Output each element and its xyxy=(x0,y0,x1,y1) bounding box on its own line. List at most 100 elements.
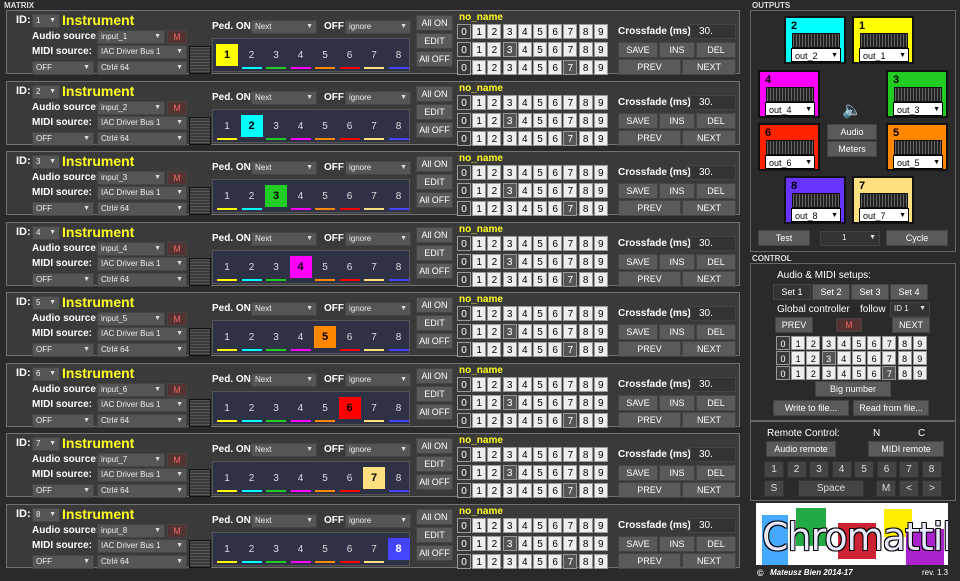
grid-cell[interactable]: 6 xyxy=(548,24,563,39)
ped-on-select[interactable]: Next ▼ xyxy=(251,443,317,457)
grid-cell[interactable]: 2 xyxy=(487,517,502,533)
grid-cell[interactable]: 0 xyxy=(457,553,471,569)
edit-button[interactable]: EDIT xyxy=(416,385,453,402)
test-button[interactable]: Test xyxy=(758,230,810,246)
grid-cell[interactable]: 5 xyxy=(533,235,547,251)
remote-space-key[interactable]: Space xyxy=(798,480,864,497)
id-select[interactable]: 3 ▼ xyxy=(32,155,60,169)
setup-grid-cell[interactable]: 4 xyxy=(836,366,851,380)
grid-cell[interactable]: 2 xyxy=(487,165,502,180)
grid-cell[interactable]: 0 xyxy=(457,376,471,392)
pedal-active[interactable]: 6 xyxy=(338,396,361,419)
grid-cell[interactable]: 7 xyxy=(563,201,578,216)
pedal-number[interactable]: 3 xyxy=(266,50,286,61)
grid-cell[interactable]: 1 xyxy=(472,112,487,128)
output-select[interactable]: out_7 ▼ xyxy=(859,208,909,222)
grid-cell[interactable]: 5 xyxy=(533,306,547,321)
remote-number-key[interactable]: 3 xyxy=(809,461,829,478)
off-select[interactable]: ignore ▼ xyxy=(345,513,411,528)
prev-button[interactable]: PREV xyxy=(618,411,681,428)
next-button[interactable]: NEXT xyxy=(682,482,736,498)
grid-cell[interactable]: 1 xyxy=(472,535,487,551)
all-off-button[interactable]: All OFF xyxy=(416,51,453,67)
grid-cell[interactable]: 8 xyxy=(578,253,593,269)
grid-cell[interactable]: 4 xyxy=(517,271,532,287)
grid-cell[interactable]: 2 xyxy=(487,60,502,75)
set-button[interactable]: Set 3 xyxy=(851,284,889,300)
midi-source-select[interactable]: IAC Driver Bus 1 ▼ xyxy=(97,115,187,130)
grid-cell[interactable]: 3 xyxy=(502,324,517,339)
grid-cell[interactable]: 1 xyxy=(472,483,487,498)
output-select[interactable]: out_4 ▼ xyxy=(765,102,815,116)
grid-cell[interactable]: 9 xyxy=(593,201,608,216)
midi-source-select[interactable]: IAC Driver Bus 1 ▼ xyxy=(97,538,187,553)
pedal-number[interactable]: 1 xyxy=(217,121,237,132)
grid-cell[interactable]: 6 xyxy=(548,553,563,569)
del-button[interactable]: DEL xyxy=(696,535,736,552)
grid-cell[interactable]: 4 xyxy=(517,324,532,339)
grid-cell[interactable]: 4 xyxy=(517,306,532,321)
off-select[interactable]: ignore ▼ xyxy=(345,20,411,34)
remote-number-key[interactable]: 2 xyxy=(786,461,807,478)
output-box[interactable]: 4 out_4 ▼ xyxy=(758,70,820,118)
grid-cell[interactable]: 2 xyxy=(487,112,502,128)
remote-number-key[interactable]: 1 xyxy=(764,461,784,478)
ped-on-select[interactable]: Next ▼ xyxy=(251,20,317,34)
grid-cell[interactable]: 4 xyxy=(517,130,532,146)
del-button[interactable]: DEL xyxy=(696,465,736,481)
pedal-number[interactable]: 4 xyxy=(291,544,311,555)
pedal-number[interactable]: 2 xyxy=(242,403,262,414)
grid-cell[interactable]: 6 xyxy=(548,271,563,287)
grid-cell[interactable]: 9 xyxy=(593,165,608,180)
save-button[interactable]: SAVE xyxy=(618,112,658,129)
save-button[interactable]: SAVE xyxy=(618,253,658,270)
crossfade-input[interactable]: 30. xyxy=(690,376,736,392)
midi-channel-select[interactable]: OFF ▼ xyxy=(32,272,94,287)
grid-cell[interactable]: 0 xyxy=(457,112,471,128)
pedal-number[interactable]: 5 xyxy=(315,121,335,132)
midi-channel-select[interactable]: OFF ▼ xyxy=(32,61,94,75)
control-next-button[interactable]: NEXT xyxy=(892,317,930,333)
grid-cell[interactable]: 0 xyxy=(457,201,471,216)
del-button[interactable]: DEL xyxy=(696,42,736,58)
control-prev-button[interactable]: PREV xyxy=(775,317,813,333)
ped-on-select[interactable]: Next ▼ xyxy=(251,161,317,175)
grid-cell[interactable]: 7 xyxy=(563,24,578,39)
save-button[interactable]: SAVE xyxy=(618,394,658,411)
crossfade-input[interactable]: 30. xyxy=(690,306,736,321)
grid-cell[interactable]: 7 xyxy=(563,465,578,480)
pedal-number[interactable]: 1 xyxy=(217,332,237,343)
ins-button[interactable]: INS xyxy=(659,183,695,199)
edit-button[interactable]: EDIT xyxy=(416,315,453,331)
grid-cell[interactable]: 2 xyxy=(487,235,502,251)
grid-cell[interactable]: 7 xyxy=(563,165,578,180)
midi-source-select[interactable]: IAC Driver Bus 1 ▼ xyxy=(97,186,187,200)
grid-cell[interactable]: 6 xyxy=(548,324,563,339)
all-on-button[interactable]: All ON xyxy=(416,85,453,102)
grid-cell[interactable]: 6 xyxy=(548,465,563,480)
prev-button[interactable]: PREV xyxy=(618,552,681,569)
grid-cell[interactable]: 5 xyxy=(533,447,547,462)
setup-grid-cell[interactable]: 2 xyxy=(806,351,821,365)
set-button[interactable]: Set 4 xyxy=(890,284,928,300)
grid-cell[interactable]: 8 xyxy=(578,483,593,498)
grid-cell[interactable]: 5 xyxy=(533,24,547,39)
controller-select[interactable]: Ctrl# 64 ▼ xyxy=(97,202,187,216)
midi-remote-button[interactable]: MIDI remote xyxy=(868,441,944,457)
grid-cell[interactable]: 6 xyxy=(548,394,563,410)
output-box[interactable]: 7 out_7 ▼ xyxy=(852,176,914,224)
grid-cell[interactable]: 1 xyxy=(472,183,487,198)
grid-cell[interactable]: 9 xyxy=(593,324,608,339)
grid-cell[interactable]: 1 xyxy=(472,447,487,462)
grid-cell[interactable]: 2 xyxy=(487,342,502,357)
grid-cell[interactable]: 5 xyxy=(533,535,547,551)
grid-cell[interactable]: 9 xyxy=(593,271,608,287)
grid-cell[interactable]: 9 xyxy=(593,483,608,498)
remote-m-key[interactable]: M xyxy=(876,480,896,497)
grid-cell[interactable]: 3 xyxy=(502,235,517,251)
setup-grid-cell[interactable]: 1 xyxy=(791,351,806,365)
prev-button[interactable]: PREV xyxy=(618,59,681,75)
grid-cell[interactable]: 6 xyxy=(548,483,563,498)
pedal-number[interactable]: 1 xyxy=(217,191,237,202)
crossfade-input[interactable]: 30. xyxy=(690,447,736,462)
